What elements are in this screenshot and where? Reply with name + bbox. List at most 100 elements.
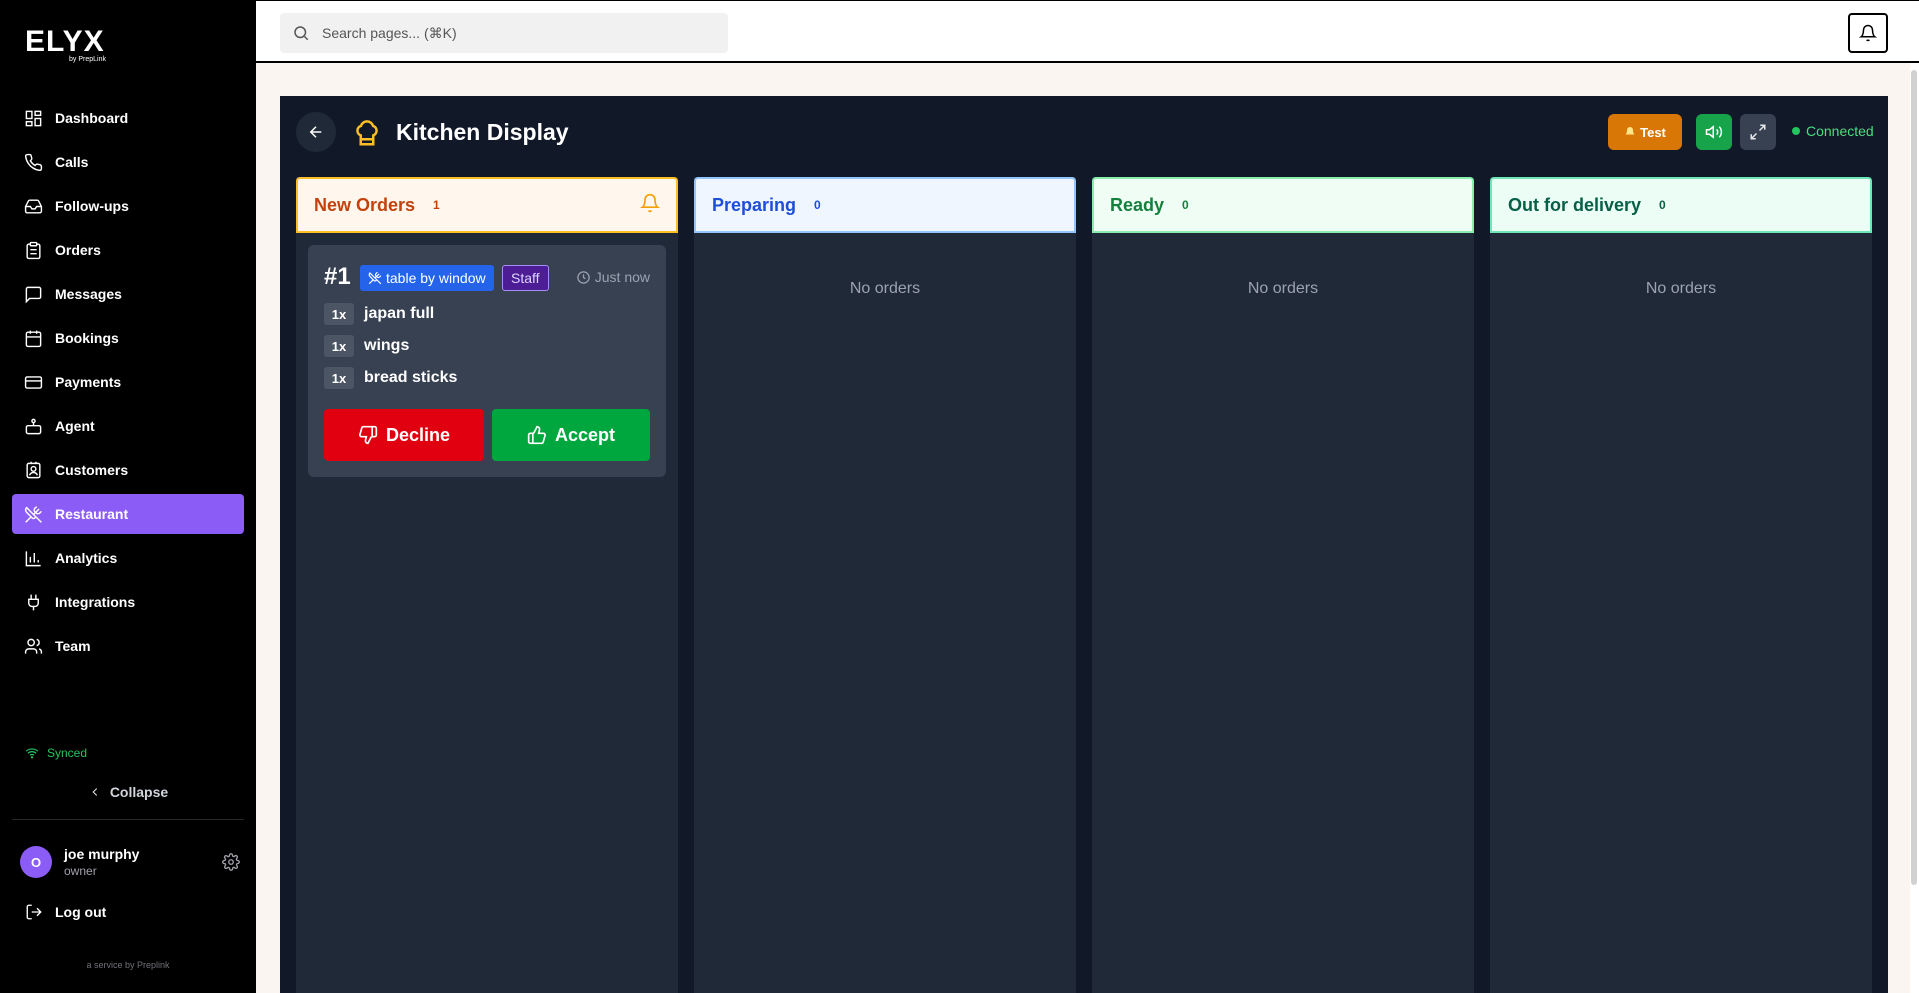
clipboard-icon [26,241,41,259]
order-item: 1x bread sticks [324,367,457,389]
sound-toggle-button[interactable] [1696,114,1732,150]
fullscreen-button[interactable] [1740,114,1776,150]
credit-card-icon [24,375,43,389]
sidebar-item-calls[interactable]: Calls [12,142,244,182]
sidebar-item-agent[interactable]: Agent [12,406,244,446]
connection-status: Connected [1792,123,1874,139]
sidebar-item-payments[interactable]: Payments [12,362,244,402]
column-preparing: Preparing 0 No orders [694,177,1076,993]
order-table-label: table by window [386,270,486,286]
status-dot [1792,127,1800,135]
calendar-icon [25,330,42,347]
page-scrollbar-thumb[interactable] [1911,70,1917,885]
sidebar-item-label: Analytics [55,550,118,566]
search-icon [294,26,309,41]
accept-label: Accept [554,424,616,445]
column-header: Out for delivery 0 [1490,177,1872,233]
logout-button[interactable]: Log out [25,903,106,921]
column-ready: Ready 0 No orders [1092,177,1474,993]
sidebar-item-analytics[interactable]: Analytics [12,538,244,578]
connection-status-label: Connected [1806,123,1874,139]
sidebar-item-integrations[interactable]: Integrations [12,582,244,622]
sync-status: Synced [25,746,87,760]
message-icon [25,286,42,303]
inbox-icon [24,198,43,214]
item-name: wings [364,337,410,354]
sidebar-item-follow-ups[interactable]: Follow-ups [12,186,244,226]
column-title: Preparing [712,194,797,215]
collapse-label: Collapse [109,784,169,800]
decline-button[interactable]: Decline [324,409,484,461]
sidebar-item-label: Messages [55,286,122,302]
accept-button[interactable]: Accept [492,409,650,461]
column-count: 0 [1182,198,1189,212]
item-quantity: 1x [324,303,354,325]
user-name: joe murphy [64,846,140,862]
phone-icon [24,153,43,171]
sidebar-item-customers[interactable]: Customers [12,450,244,490]
logo[interactable]: ELYX by PrepLink [25,25,106,64]
column-title: Ready [1110,194,1165,215]
avatar[interactable]: O [20,846,52,878]
sidebar-item-label: Customers [55,462,129,478]
column-count: 1 [433,198,440,212]
test-button[interactable]: Test [1608,114,1682,150]
decline-label: Decline [385,424,451,445]
plug-icon [28,594,39,610]
sidebar-item-label: Orders [55,242,101,258]
collapse-button[interactable]: Collapse [0,780,256,804]
utensils-crossed-icon [368,271,382,285]
sidebar-item-restaurant[interactable]: Restaurant [12,494,244,534]
thumbs-down-icon [359,425,378,445]
order-item: 1x wings [324,335,409,357]
sidebar-item-bookings[interactable]: Bookings [12,318,244,358]
chef-hat-icon [356,120,378,146]
item-name: bread sticks [364,369,458,386]
sidebar: ELYX by PrepLink Dashboard Calls Follow-… [0,0,256,993]
gear-icon[interactable] [222,853,240,871]
order-item: 1x japan full [324,303,434,325]
search-box[interactable] [280,13,728,53]
column-count: 0 [814,198,821,212]
sidebar-item-label: Bookings [55,330,119,346]
bell-icon [1859,24,1877,42]
sidebar-item-messages[interactable]: Messages [12,274,244,314]
item-quantity: 1x [324,367,354,389]
sidebar-divider [12,819,244,820]
top-header [256,0,1919,63]
logo-subtitle: by PrepLink [69,56,106,63]
back-button[interactable] [296,112,336,152]
user-profile: O joe murphy owner [20,846,240,878]
item-quantity: 1x [324,335,354,357]
column-header: Preparing 0 [694,177,1076,233]
logo-text: ELYX [25,25,105,58]
order-table-tag: table by window [360,265,494,291]
sidebar-item-dashboard[interactable]: Dashboard [12,98,244,138]
sync-status-label: Synced [47,746,88,760]
sidebar-item-label: Agent [55,418,95,434]
column-new-orders: New Orders 1 #1 table by window Staff Ju… [296,177,678,993]
bell-icon [640,193,660,213]
test-label: Test [1640,124,1666,140]
sidebar-item-orders[interactable]: Orders [12,230,244,270]
search-input[interactable] [322,25,702,41]
logout-icon [26,904,42,920]
thumbs-up-icon [527,425,546,445]
expand-icon [1750,124,1766,140]
utensils-crossed-icon [24,505,42,523]
empty-state: No orders [1645,280,1717,297]
sidebar-item-label: Payments [55,374,122,390]
sidebar-item-label: Calls [55,154,89,170]
order-card[interactable]: #1 table by window Staff Just now 1x jap… [308,245,666,477]
wifi-icon [25,748,39,759]
column-out-for-delivery: Out for delivery 0 No orders [1490,177,1872,993]
item-name: japan full [364,305,435,322]
page-title: Kitchen Display [396,119,569,145]
sidebar-item-label: Integrations [55,594,136,610]
sidebar-item-label: Dashboard [55,110,129,126]
notifications-button[interactable] [1848,13,1888,53]
column-title: New Orders [314,194,416,215]
sidebar-item-team[interactable]: Team [12,626,244,666]
volume-icon [1705,125,1723,139]
sidebar-item-label: Follow-ups [55,198,129,214]
